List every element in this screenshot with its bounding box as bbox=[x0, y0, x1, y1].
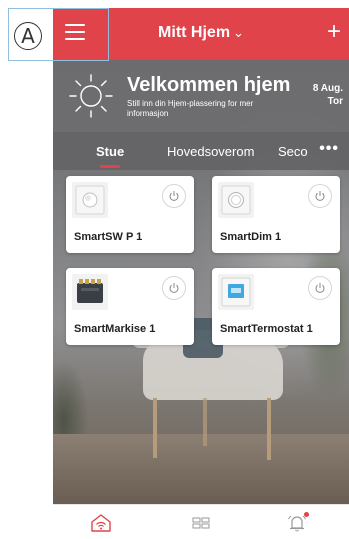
chair-leg bbox=[153, 398, 157, 458]
device-name: SmartDim 1 bbox=[220, 231, 282, 243]
smart-switch-icon bbox=[72, 182, 108, 218]
welcome-banner: Velkommen hjem Still inn din Hjem-plasse… bbox=[53, 60, 349, 132]
alarm-bell-icon[interactable] bbox=[285, 512, 309, 533]
add-icon[interactable]: + bbox=[327, 18, 341, 46]
device-name: SmartMarkise 1 bbox=[74, 323, 156, 335]
smart-awning-module-icon bbox=[72, 274, 108, 310]
smart-thermostat-icon bbox=[218, 274, 254, 310]
device-card-smartdim[interactable]: SmartDim 1 bbox=[212, 176, 340, 253]
smart-dimmer-icon bbox=[218, 182, 254, 218]
home-selector[interactable]: Mitt Hjem ⌄ bbox=[53, 24, 349, 42]
welcome-title: Velkommen hjem bbox=[127, 74, 291, 96]
chair-leg bbox=[267, 398, 271, 460]
grid-view-icon[interactable] bbox=[189, 513, 213, 533]
home-wifi-icon[interactable] bbox=[89, 513, 113, 533]
more-tabs-icon[interactable]: ••• bbox=[319, 140, 339, 158]
power-icon[interactable] bbox=[308, 276, 332, 300]
date-label: 8 Aug. bbox=[312, 83, 343, 94]
power-icon[interactable] bbox=[162, 276, 186, 300]
weekday-label: Tor bbox=[327, 96, 343, 107]
floor bbox=[53, 434, 349, 504]
power-icon[interactable] bbox=[308, 184, 332, 208]
device-card-smartmarkise[interactable]: SmartMarkise 1 bbox=[66, 268, 194, 345]
chevron-down-icon: ⌄ bbox=[233, 25, 244, 40]
tab-seco[interactable]: Seco bbox=[278, 144, 308, 159]
active-tab-indicator bbox=[100, 165, 120, 168]
notification-badge bbox=[304, 512, 309, 517]
tab-hovedsoverom[interactable]: Hovedsoverom bbox=[167, 144, 254, 159]
room-tabs: Stue Hovedsoverom Seco ••• bbox=[53, 132, 349, 170]
device-card-smartsw[interactable]: SmartSW P 1 bbox=[66, 176, 194, 253]
device-card-smarttermostat[interactable]: SmartTermostat 1 bbox=[212, 268, 340, 345]
app-header: Mitt Hjem ⌄ + bbox=[53, 8, 349, 60]
bottom-navigation bbox=[53, 504, 349, 539]
power-icon[interactable] bbox=[162, 184, 186, 208]
device-name: SmartSW P 1 bbox=[74, 231, 143, 243]
home-name: Mitt Hjem bbox=[158, 24, 231, 41]
sun-icon bbox=[69, 74, 113, 118]
tab-stue[interactable]: Stue bbox=[96, 144, 124, 159]
phone-screen: Mitt Hjem ⌄ + Velkommen hjem Still inn di… bbox=[53, 8, 349, 539]
callout-label: A bbox=[14, 22, 42, 50]
chair-leg bbox=[203, 398, 207, 446]
welcome-subtitle[interactable]: Still inn din Hjem-plassering for mer in… bbox=[127, 99, 287, 119]
device-name: SmartTermostat 1 bbox=[220, 323, 313, 335]
